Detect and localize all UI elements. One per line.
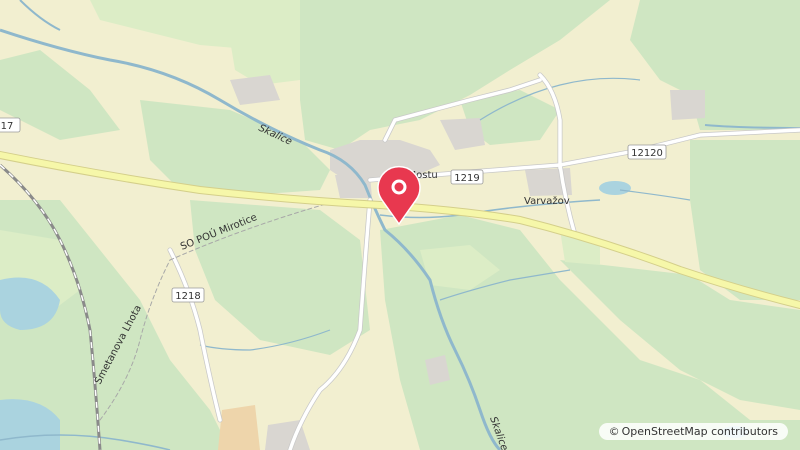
map-attribution[interactable]: © OpenStreetMap contributors	[598, 423, 788, 440]
road-shield-1219: 1219	[450, 169, 484, 185]
attribution-link[interactable]: OpenStreetMap contributors	[622, 425, 778, 438]
road-shield-12120: 12120	[627, 144, 667, 160]
farmland-area	[218, 405, 260, 450]
svg-text:1219: 1219	[454, 173, 479, 184]
svg-text:1218: 1218	[175, 291, 200, 302]
road-shield-17: 17	[0, 117, 21, 133]
map-canvas[interactable]: 1219 12120 1218 17 Varvažov U Mostu Skal…	[0, 0, 800, 450]
road-shield-1218: 1218	[171, 287, 205, 303]
place-label-varvazov: Varvažov	[524, 195, 570, 207]
map-tiles: 1219 12120 1218 17 Varvažov U Mostu Skal…	[0, 0, 800, 450]
copyright-symbol: ©	[608, 425, 620, 438]
svg-text:12120: 12120	[631, 148, 663, 159]
svg-text:17: 17	[1, 121, 14, 132]
